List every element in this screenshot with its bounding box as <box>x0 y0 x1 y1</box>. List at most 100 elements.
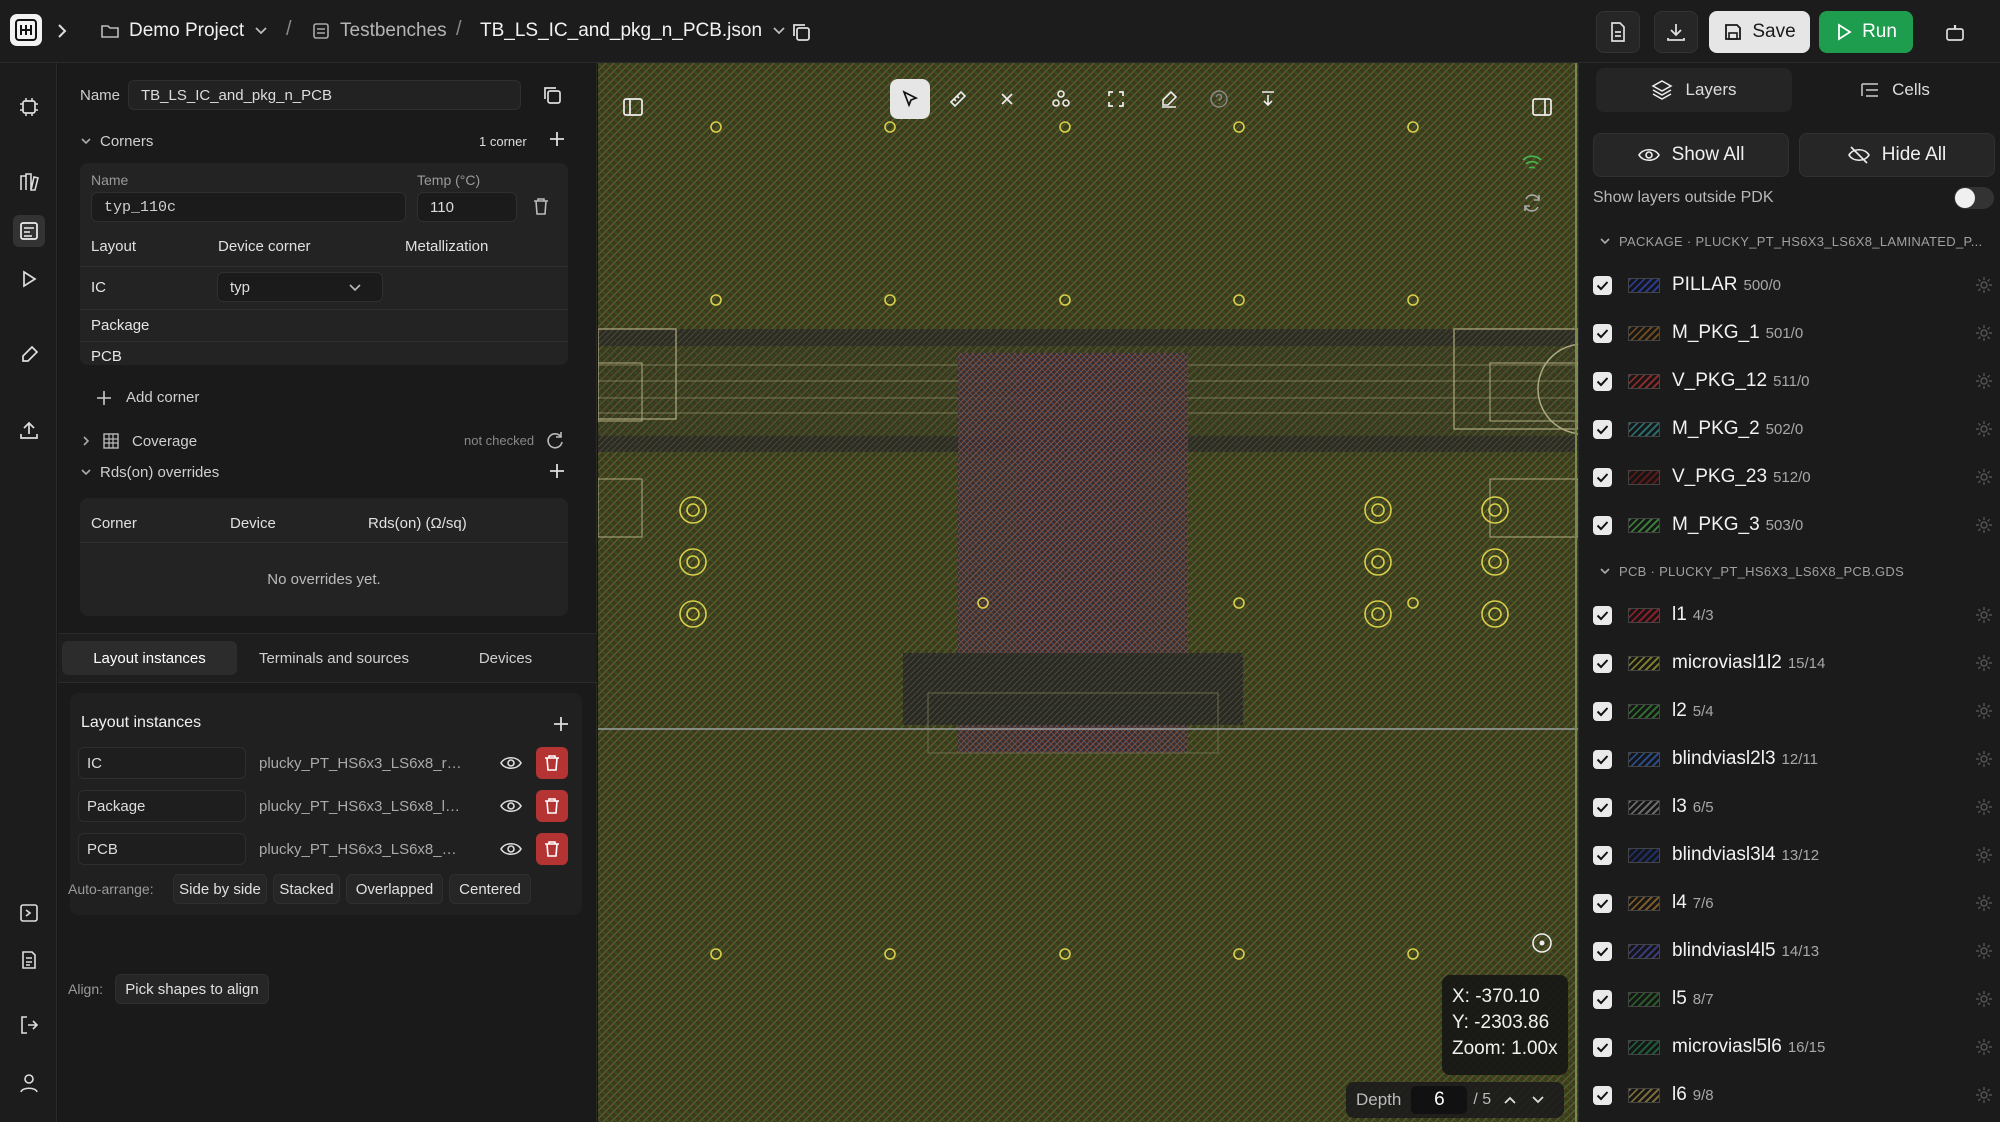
simulate-nav-icon[interactable] <box>13 263 45 295</box>
net-tool[interactable] <box>1041 79 1081 119</box>
gear-icon[interactable] <box>1975 420 1993 438</box>
run-button[interactable]: Run <box>1819 11 1913 53</box>
layer-row[interactable]: l2 5/4 <box>1593 694 1993 728</box>
gear-icon[interactable] <box>1975 990 1993 1008</box>
gear-icon[interactable] <box>1975 942 1993 960</box>
layer-row[interactable]: M_PKG_3 503/0 <box>1593 508 1993 542</box>
depth-input[interactable]: 6 <box>1411 1086 1468 1114</box>
layer-row[interactable]: M_PKG_2 502/0 <box>1593 412 1993 446</box>
layer-row[interactable]: l5 8/7 <box>1593 982 1993 1016</box>
recenter-icon[interactable] <box>1530 931 1554 955</box>
eye-icon[interactable] <box>500 841 522 857</box>
arrange-side-by-side[interactable]: Side by side <box>173 874 267 904</box>
instance-name-input[interactable]: Package <box>78 790 246 822</box>
layer-visibility-checkbox[interactable] <box>1593 893 1612 913</box>
gear-icon[interactable] <box>1975 798 1993 816</box>
highlight-tool[interactable] <box>1149 79 1189 119</box>
layer-visibility-checkbox[interactable] <box>1593 749 1612 769</box>
toggle-right-panel-icon[interactable] <box>1531 96 1553 118</box>
arrange-stacked[interactable]: Stacked <box>273 874 340 904</box>
layer-row[interactable]: l3 6/5 <box>1593 790 1993 824</box>
document-button[interactable] <box>1596 11 1640 53</box>
eye-icon[interactable] <box>500 755 522 771</box>
add-rds-override-icon[interactable] <box>548 462 566 480</box>
app-logo[interactable] <box>10 14 42 46</box>
sync-icon[interactable] <box>1520 191 1544 215</box>
outside-pdk-toggle[interactable] <box>1954 187 1994 209</box>
layer-visibility-checkbox[interactable] <box>1593 419 1612 439</box>
instance-name-input[interactable]: IC <box>78 747 246 779</box>
layer-row[interactable]: l4 7/6 <box>1593 886 1993 920</box>
layer-visibility-checkbox[interactable] <box>1593 845 1612 865</box>
tab-layout-instances[interactable]: Layout instances <box>62 641 237 675</box>
gear-icon[interactable] <box>1975 1086 1993 1104</box>
layer-visibility-checkbox[interactable] <box>1593 989 1612 1009</box>
breadcrumb-testbenches[interactable]: Testbenches <box>312 19 447 43</box>
add-corner-button[interactable]: Add corner <box>96 389 199 406</box>
duplicate-icon[interactable] <box>541 84 563 106</box>
logout-nav-icon[interactable] <box>13 1009 45 1041</box>
layer-row[interactable]: blindviasl2l3 12/11 <box>1593 742 1993 776</box>
add-corner-plus-icon[interactable] <box>548 130 566 148</box>
toggle-left-panel-icon[interactable] <box>622 96 644 118</box>
gear-icon[interactable] <box>1975 894 1993 912</box>
library-nav-icon[interactable] <box>13 166 45 198</box>
gear-icon[interactable] <box>1975 1038 1993 1056</box>
corner-name-input[interactable]: typ_110c <box>91 192 406 222</box>
delete-instance-button[interactable] <box>536 747 568 779</box>
eye-icon[interactable] <box>500 798 522 814</box>
corners-toggle[interactable]: Corners <box>80 133 153 150</box>
gear-icon[interactable] <box>1975 372 1993 390</box>
upload-nav-icon[interactable] <box>13 414 45 446</box>
layer-visibility-checkbox[interactable] <box>1593 515 1612 535</box>
tools-nav-icon[interactable] <box>13 339 45 371</box>
arrange-centered[interactable]: Centered <box>449 874 531 904</box>
layout-canvas[interactable]: X: -370.10 Y: -2303.86 Zoom: 1.00x Depth… <box>598 63 1578 1122</box>
instance-name-input[interactable]: PCB <box>78 833 246 865</box>
layer-visibility-checkbox[interactable] <box>1593 1037 1612 1057</box>
chevron-up-icon[interactable] <box>1503 1095 1517 1105</box>
breadcrumb-file[interactable]: TB_LS_IC_and_pkg_n_PCB.json <box>480 19 786 43</box>
layer-visibility-checkbox[interactable] <box>1593 797 1612 817</box>
delete-corner-icon[interactable] <box>532 196 550 216</box>
coverage-toggle[interactable]: Coverage <box>82 432 197 450</box>
layer-row[interactable]: microviasl5l6 16/15 <box>1593 1030 1993 1064</box>
layer-row[interactable]: PILLAR 500/0 <box>1593 268 1993 302</box>
gear-icon[interactable] <box>1975 324 1993 342</box>
select-tool[interactable] <box>890 79 930 119</box>
layer-row[interactable]: V_PKG_23 512/0 <box>1593 460 1993 494</box>
robot-button[interactable] <box>1933 11 1977 53</box>
tab-layers[interactable]: Layers <box>1596 68 1792 112</box>
layer-visibility-checkbox[interactable] <box>1593 275 1612 295</box>
layer-visibility-checkbox[interactable] <box>1593 605 1612 625</box>
tab-devices[interactable]: Devices <box>443 641 568 675</box>
terminal-nav-icon[interactable] <box>13 897 45 929</box>
hide-all-button[interactable]: Hide All <box>1799 133 1995 177</box>
testbench-name-input[interactable]: TB_LS_IC_and_pkg_n_PCB <box>128 80 521 110</box>
pcb-section-header[interactable]: PCB · PLUCKY_PT_HS6X3_LS6X8_PCB.GDS <box>1599 564 1989 579</box>
copy-icon[interactable] <box>790 21 812 43</box>
tab-terminals-and-sources[interactable]: Terminals and sources <box>241 641 427 675</box>
layer-row[interactable]: microviasl1l2 15/14 <box>1593 646 1993 680</box>
gear-icon[interactable] <box>1975 468 1993 486</box>
show-all-button[interactable]: Show All <box>1593 133 1789 177</box>
layer-visibility-checkbox[interactable] <box>1593 941 1612 961</box>
gear-icon[interactable] <box>1975 276 1993 294</box>
save-button[interactable]: Save <box>1709 11 1810 53</box>
layer-row[interactable]: blindviasl3l4 13/12 <box>1593 838 1993 872</box>
temp-input[interactable]: 110 <box>417 192 517 222</box>
layer-visibility-checkbox[interactable] <box>1593 1085 1612 1105</box>
gear-icon[interactable] <box>1975 654 1993 672</box>
sidebar-expand-chevron-icon[interactable] <box>55 22 69 40</box>
fit-view-tool[interactable] <box>1096 79 1136 119</box>
layer-visibility-checkbox[interactable] <box>1593 701 1612 721</box>
download-button[interactable] <box>1654 11 1698 53</box>
delete-instance-button[interactable] <box>536 833 568 865</box>
layer-row[interactable]: l1 4/3 <box>1593 598 1993 632</box>
arrange-overlapped[interactable]: Overlapped <box>346 874 443 904</box>
pick-shapes-to-align-button[interactable]: Pick shapes to align <box>115 974 269 1004</box>
layer-visibility-checkbox[interactable] <box>1593 653 1612 673</box>
gear-icon[interactable] <box>1975 702 1993 720</box>
rds-toggle[interactable]: Rds(on) overrides <box>80 464 219 481</box>
user-nav-icon[interactable] <box>13 1067 45 1099</box>
